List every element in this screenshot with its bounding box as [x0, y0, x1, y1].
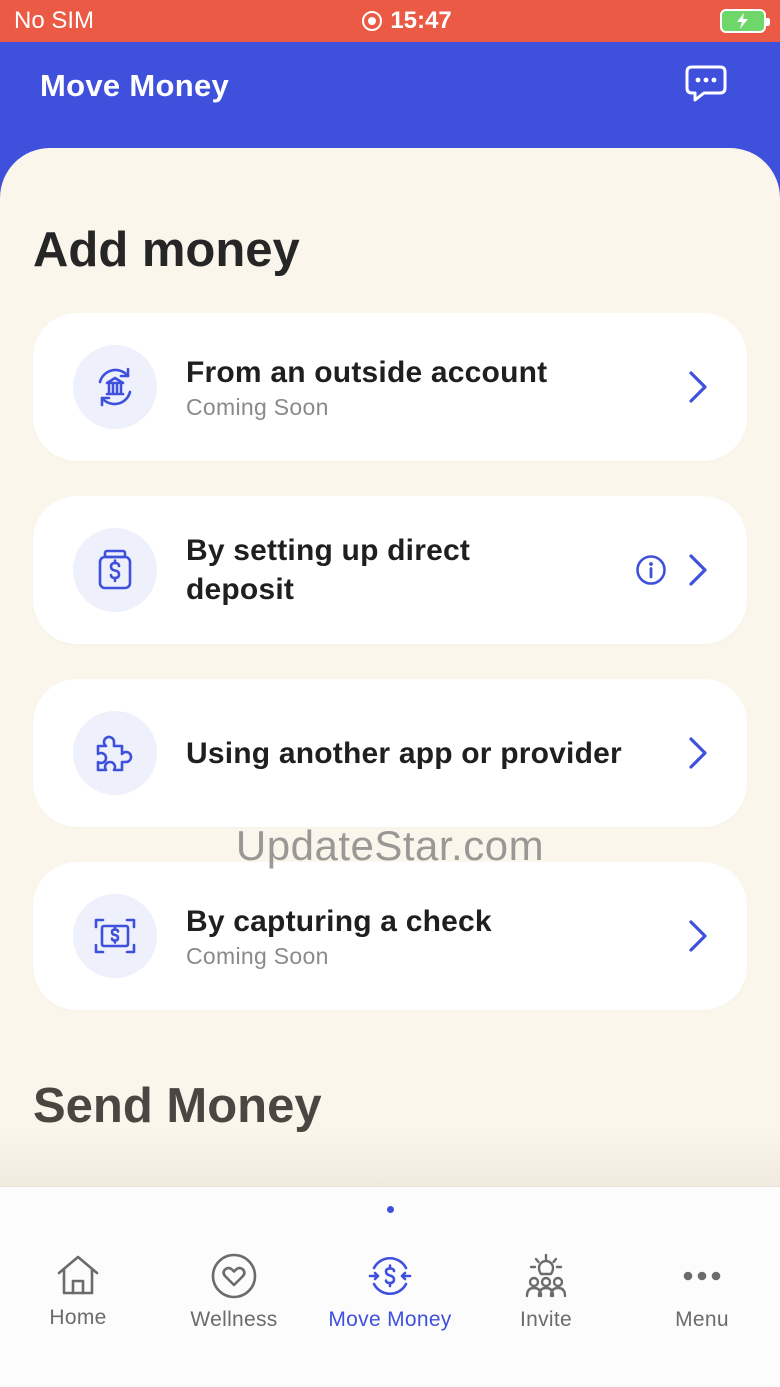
active-indicator [387, 1206, 394, 1213]
add-money-outside-account[interactable]: From an outside account Coming Soon [33, 313, 747, 461]
chevron-right-icon [689, 737, 707, 769]
tab-move-money[interactable]: Move Money [312, 1187, 468, 1387]
card-title: By setting up direct deposit [186, 534, 471, 606]
card-subtitle: Coming Soon [186, 943, 329, 969]
status-time: 15:47 [390, 7, 452, 34]
card-text: By capturing a check Coming Soon [186, 902, 687, 970]
home-icon [57, 1255, 99, 1295]
card-subtitle: Coming Soon [186, 394, 329, 420]
card-actions [687, 370, 709, 404]
info-icon[interactable] [635, 554, 667, 586]
app-root: No SIM 15:47 Move Money Add money From a… [0, 0, 780, 1387]
chevron-right-icon [689, 371, 707, 403]
move-money-icon [368, 1256, 412, 1296]
battery-icon [720, 9, 770, 33]
deposit-jar-icon [73, 528, 157, 612]
recording-icon [362, 11, 383, 31]
chevron-right-icon [689, 920, 707, 952]
card-actions [635, 553, 709, 587]
card-title: By capturing a check [186, 905, 492, 938]
add-money-capture-check[interactable]: By capturing a check Coming Soon [33, 862, 747, 1010]
status-bar: No SIM 15:47 [0, 0, 780, 42]
tab-home[interactable]: Home [0, 1187, 156, 1387]
card-title: From an outside account [186, 356, 548, 389]
add-money-heading: Add money [33, 223, 300, 277]
status-center: 15:47 [362, 7, 452, 35]
tab-label: Home [49, 1306, 107, 1329]
tab-menu[interactable]: Menu [624, 1187, 780, 1387]
tab-label: Invite [520, 1308, 572, 1331]
tab-label: Menu [675, 1308, 729, 1331]
tab-label: Move Money [328, 1308, 452, 1331]
more-icon [683, 1271, 721, 1281]
add-money-direct-deposit[interactable]: By setting up direct deposit [33, 496, 747, 644]
bank-transfer-icon [73, 345, 157, 429]
puzzle-icon [73, 711, 157, 795]
card-title: Using another app or provider [186, 736, 622, 770]
card-actions [687, 919, 709, 953]
card-text: From an outside account Coming Soon [186, 353, 687, 421]
send-money-heading: Send Money [33, 1079, 322, 1133]
tab-label: Wellness [190, 1308, 278, 1331]
content-sheet: Add money From an outside account Coming… [0, 148, 780, 1188]
bottom-tab-bar: Home Wellness Move Money Invite Menu [0, 1186, 780, 1387]
tab-invite[interactable]: Invite [468, 1187, 624, 1387]
tab-wellness[interactable]: Wellness [156, 1187, 312, 1387]
watermark: UpdateStar.com [235, 822, 545, 869]
app-header: Move Money [0, 42, 780, 152]
page-title: Move Money [40, 68, 230, 103]
chevron-right-icon [689, 554, 707, 586]
card-actions [687, 736, 709, 770]
carrier-label: No SIM [14, 7, 95, 34]
invite-icon [525, 1253, 567, 1298]
card-text: By setting up direct deposit [186, 531, 635, 609]
card-text: Using another app or provider [186, 734, 687, 773]
heart-icon [211, 1253, 257, 1299]
scroll-fade [0, 1130, 780, 1188]
chat-support-icon[interactable] [684, 64, 728, 109]
check-scan-icon [73, 894, 157, 978]
add-money-another-app[interactable]: Using another app or provider [33, 679, 747, 827]
